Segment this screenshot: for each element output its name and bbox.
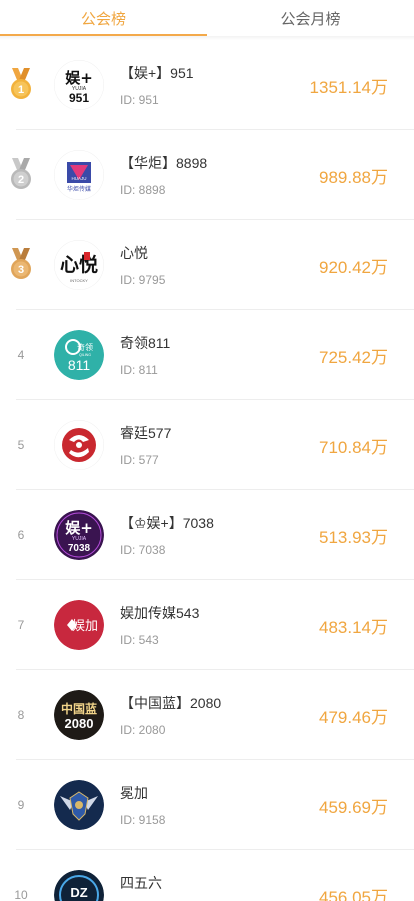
guild-score: 725.42万 — [319, 347, 388, 367]
avatar[interactable]: 娱加 — [54, 600, 104, 650]
avatar[interactable]: DZ 456 — [54, 870, 104, 901]
svg-text:娱+: 娱+ — [65, 519, 93, 537]
guild-score: 989.88万 — [319, 167, 388, 187]
guild-id: ID: 811 — [120, 363, 158, 377]
rank-number: 10 — [14, 888, 28, 901]
guild-score: 479.46万 — [319, 707, 388, 727]
ranking-row[interactable]: 2 HUAJU 华炬传媒 【华炬】8898 ID: 8898 989.88万 — [0, 130, 414, 220]
guild-score: 456.05万 — [319, 887, 388, 901]
guild-name: 【♔娱+】7038 — [120, 515, 214, 531]
ranking-row[interactable]: 1 娱+ YUJIA 951 【娱+】951 ID: 951 1351.14万 — [0, 40, 414, 130]
svg-text:奇领: 奇领 — [77, 342, 93, 352]
rank-number: 9 — [17, 798, 25, 812]
rank-number: 8 — [17, 708, 25, 722]
tab-guild[interactable]: 公会榜 — [0, 0, 207, 36]
tab-bar: 公会榜 公会月榜 — [0, 0, 414, 36]
avatar[interactable] — [54, 780, 104, 830]
ranking-row[interactable]: 8 中国蓝 2080 【中国蓝】2080 ID: 2080 479.46万 — [0, 670, 414, 760]
guild-name: 【中国蓝】2080 — [120, 695, 222, 711]
svg-text:2080: 2080 — [65, 716, 94, 731]
rank-number: 6 — [17, 528, 25, 542]
ranking-row[interactable]: 3 心悦 INTOCKY 心悦 ID: 9795 920.42万 — [0, 220, 414, 310]
svg-text:7038: 7038 — [68, 543, 91, 554]
svg-text:811: 811 — [68, 357, 91, 373]
svg-text:HUAJU: HUAJU — [71, 176, 86, 181]
ranking-row[interactable]: 10 DZ 456 四五六 ID: 456 456.05万 — [0, 850, 414, 901]
guild-name: 四五六 — [120, 875, 162, 891]
svg-text:娱加: 娱加 — [72, 619, 98, 634]
guild-id: ID: 577 — [120, 453, 159, 467]
bronze-medal-icon: 3 — [11, 248, 31, 279]
guild-score: 483.14万 — [319, 617, 388, 637]
svg-text:心悦: 心悦 — [60, 253, 98, 276]
rank-medal: 2 — [0, 158, 46, 192]
guild-name: 睿廷577 — [120, 425, 172, 441]
guild-name: 【华炬】8898 — [120, 155, 208, 171]
guild-id: ID: 9795 — [120, 273, 166, 287]
guild-name: 奇领811 — [120, 335, 171, 351]
avatar[interactable]: 娱+ YUJIA 7038 — [54, 510, 104, 560]
rank-medal: 1 — [0, 68, 46, 102]
medal-rank-text: 3 — [18, 264, 24, 276]
guild-score: 1351.14万 — [309, 77, 388, 97]
rank-medal: 3 — [0, 248, 46, 282]
ranking-list: 1 娱+ YUJIA 951 【娱+】951 ID: 951 1351.14万 — [0, 40, 414, 901]
medal-rank-text: 1 — [18, 84, 24, 96]
svg-text:951: 951 — [69, 91, 89, 105]
rank-number: 7 — [17, 618, 25, 632]
guild-id: ID: 2080 — [120, 723, 166, 737]
svg-text:华炬传媒: 华炬传媒 — [67, 185, 91, 193]
svg-text:INTOCKY: INTOCKY — [70, 278, 88, 283]
guild-id: ID: 543 — [120, 633, 159, 647]
medal-rank-text: 2 — [18, 174, 24, 186]
guild-id: ID: 951 — [120, 93, 159, 107]
guild-name: 心悦 — [120, 245, 148, 261]
ranking-row[interactable]: 7 娱加 娱加传媒543 ID: 543 483.14万 — [0, 580, 414, 670]
ranking-row[interactable]: 5 睿廷577 ID: 577 710.84万 — [0, 400, 414, 490]
active-tab-underline — [0, 34, 207, 36]
guild-name: 冕加 — [120, 785, 148, 801]
avatar[interactable]: 中国蓝 2080 — [54, 690, 104, 740]
guild-id: ID: 7038 — [120, 543, 166, 557]
guild-score: 710.84万 — [319, 437, 388, 457]
tab-guild-monthly[interactable]: 公会月榜 — [207, 0, 414, 36]
rank-number: 4 — [17, 348, 25, 362]
guild-name: 娱加传媒543 — [120, 605, 200, 621]
guild-score: 920.42万 — [319, 257, 388, 277]
svg-text:中国蓝: 中国蓝 — [61, 701, 97, 716]
avatar[interactable]: 奇领 QILING 811 — [54, 330, 104, 380]
guild-id: ID: 8898 — [120, 183, 166, 197]
guild-id: ID: 9158 — [120, 813, 166, 827]
gold-medal-icon: 1 — [11, 68, 31, 99]
guild-name: 【娱+】951 — [120, 65, 194, 81]
guild-score: 513.93万 — [319, 527, 388, 547]
avatar[interactable]: HUAJU 华炬传媒 — [54, 150, 104, 200]
svg-text:DZ: DZ — [70, 885, 87, 900]
ranking-row[interactable]: 6 娱+ YUJIA 7038 【♔娱+】7038 ID: 7038 513.9… — [0, 490, 414, 580]
guild-score: 459.69万 — [319, 797, 388, 817]
avatar[interactable] — [54, 420, 104, 470]
svg-text:YUJIA: YUJIA — [72, 536, 87, 542]
avatar[interactable]: 心悦 INTOCKY — [54, 240, 104, 290]
svg-text:娱+: 娱+ — [65, 69, 93, 87]
ranking-row[interactable]: 9 冕加 ID: 9158 459.69万 — [0, 760, 414, 850]
silver-medal-icon: 2 — [11, 158, 31, 189]
rank-number: 5 — [17, 438, 25, 452]
ranking-row[interactable]: 4 奇领 QILING 811 奇领811 ID: 811 725.42万 — [0, 310, 414, 400]
avatar[interactable]: 娱+ YUJIA 951 — [54, 60, 104, 110]
